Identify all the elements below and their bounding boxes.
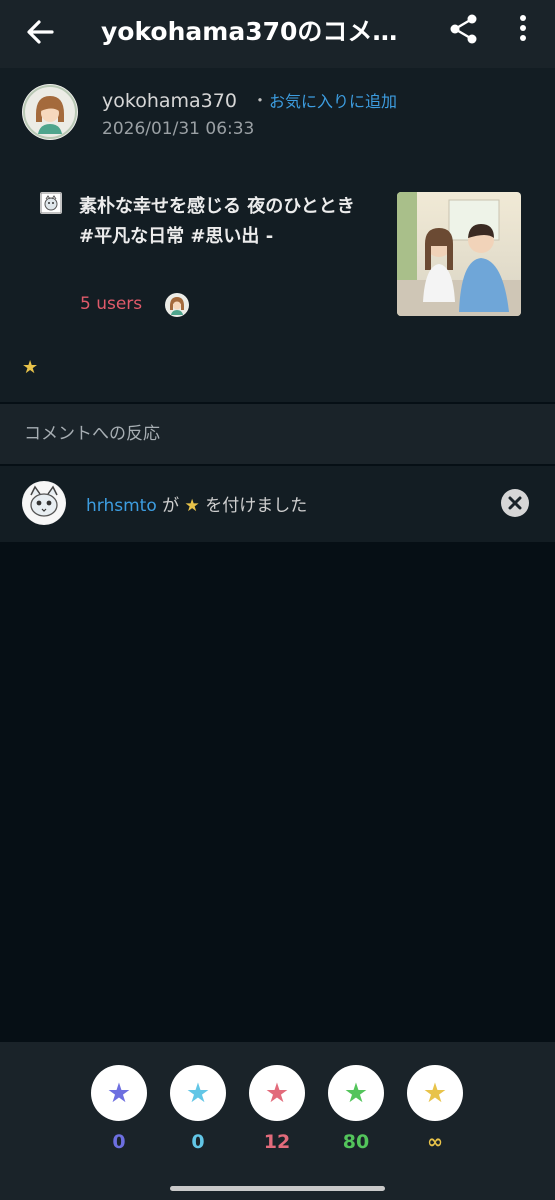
home-indicator[interactable]	[170, 1186, 385, 1191]
app-bar: yokohama370のコメント	[0, 0, 555, 68]
share-icon[interactable]	[448, 11, 480, 47]
red-star-icon: ★	[264, 1077, 290, 1109]
reaction-particle: が	[162, 496, 180, 516]
more-vertical-icon[interactable]	[511, 11, 535, 47]
reaction-username[interactable]: hrhsmto	[86, 496, 157, 516]
entry-favicon-icon	[40, 192, 62, 214]
entry-thumbnail[interactable]	[397, 192, 521, 316]
star-button-red[interactable]: ★	[249, 1065, 305, 1121]
user-avatar[interactable]	[22, 84, 78, 140]
comment-timestamp: 2026/01/31 06:33	[102, 119, 255, 139]
star-button-blue[interactable]: ★	[91, 1065, 147, 1121]
page-title: yokohama370のコメント	[101, 17, 421, 46]
reaction-suffix: を付けました	[205, 496, 308, 516]
blue-star-icon: ★	[106, 1077, 132, 1109]
star-count-green: 80	[342, 1131, 370, 1153]
reactions-section-header: コメントへの反応	[0, 404, 555, 464]
star-count-red: 12	[263, 1131, 291, 1153]
close-icon[interactable]	[501, 489, 529, 517]
star-bar: ★ 0 ★ 0 ★ 12 ★ 80 ★ ∞	[0, 1042, 555, 1200]
star-count-cyan: 0	[191, 1131, 205, 1153]
reactions-header-label: コメントへの反応	[24, 424, 160, 444]
entry-title-link[interactable]: 素朴な幸せを感じる 夜のひととき #平凡な日常 #思い出 -	[79, 192, 371, 252]
back-arrow-icon[interactable]	[22, 14, 58, 50]
reaction-list-item[interactable]: hrhsmto が ★ を付けました	[0, 466, 555, 542]
star-button-yellow[interactable]: ★	[407, 1065, 463, 1121]
separator-dot: ・	[252, 91, 269, 110]
comment-card: yokohama370 ・ お気に入りに追加 2026/01/31 06:33 …	[0, 68, 555, 402]
comment-username[interactable]: yokohama370	[102, 88, 237, 114]
bookmark-user-avatar[interactable]	[165, 293, 189, 317]
star-button-green[interactable]: ★	[328, 1065, 384, 1121]
reaction-user-avatar[interactable]	[22, 481, 66, 525]
yellow-star-icon: ★	[422, 1077, 448, 1109]
cyan-star-icon: ★	[185, 1077, 211, 1109]
add-favorite-link[interactable]: お気に入りに追加	[269, 90, 397, 114]
comment-star-icon: ★	[22, 357, 39, 378]
star-count-yellow: ∞	[427, 1131, 443, 1153]
bookmark-users-count[interactable]: 5 users	[80, 292, 142, 316]
reaction-star-icon: ★	[184, 496, 200, 516]
star-count-blue: 0	[112, 1131, 126, 1153]
green-star-icon: ★	[343, 1077, 369, 1109]
star-button-cyan[interactable]: ★	[170, 1065, 226, 1121]
reaction-text: hrhsmto が ★ を付けました	[86, 494, 307, 518]
